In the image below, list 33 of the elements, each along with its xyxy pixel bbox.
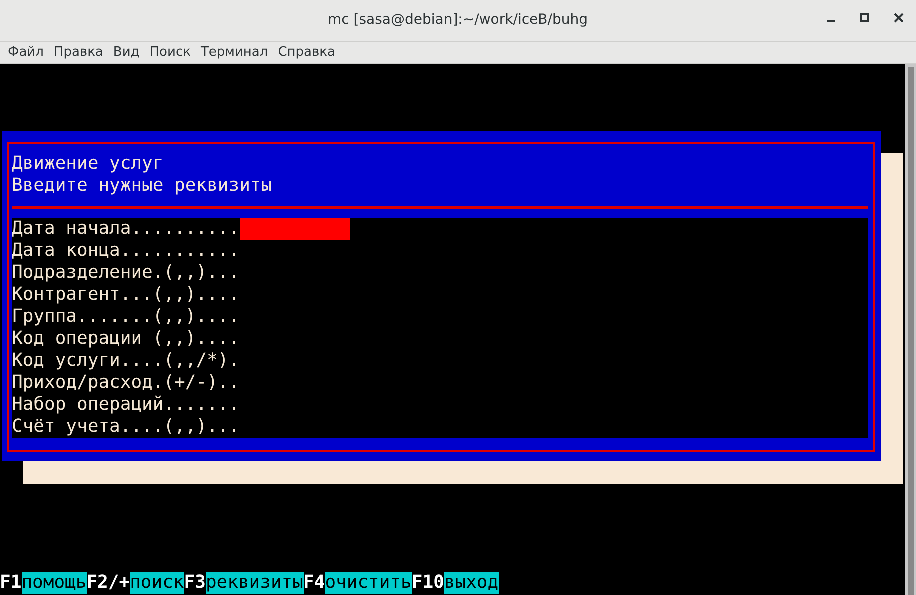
input-field[interactable]: [240, 218, 350, 240]
menu-item[interactable]: Правка: [48, 42, 108, 62]
field-label: Код операции (,,)....: [12, 328, 240, 350]
field-label: Набор операций.......: [12, 394, 240, 416]
function-key-label[interactable]: поиск: [130, 572, 184, 594]
menu-item[interactable]: Справка: [273, 42, 340, 62]
scrollbar[interactable]: [905, 64, 916, 595]
field-label: Приход/расход.(+/-)..: [12, 372, 240, 394]
function-key-label[interactable]: помощь: [22, 572, 87, 594]
field-label: Группа.......(,,)....: [12, 306, 240, 328]
function-key: F3: [184, 572, 206, 594]
function-key-label[interactable]: выход: [444, 572, 499, 594]
function-key-label[interactable]: очистить: [325, 572, 412, 594]
window-title: mc [sasa@debian]:~/work/iceB/buhg: [328, 11, 588, 30]
menu-item[interactable]: Поиск: [144, 42, 196, 62]
field-label: Счёт учета....(,,)...: [12, 416, 240, 438]
field-label: Дата начала..........: [12, 218, 240, 240]
field-label: Подразделение.(,,)...: [12, 262, 240, 284]
menu-item[interactable]: Вид: [108, 42, 145, 62]
function-key: F4: [304, 572, 326, 594]
menu-item[interactable]: Терминал: [196, 42, 274, 62]
function-key: F1: [0, 572, 22, 594]
function-key-label[interactable]: реквизиты: [206, 572, 304, 594]
dialog-title: Движение услуг: [12, 153, 165, 175]
field-label: Контрагент...(,,)....: [12, 284, 240, 306]
menu-item[interactable]: Файл: [3, 42, 49, 62]
field-label: Код услуги....(,,/*).: [12, 350, 240, 372]
function-key: F2/+: [86, 572, 130, 594]
function-key: F10: [412, 572, 444, 594]
field-label: Дата конца...........: [12, 240, 240, 262]
dialog-subtitle: Введите нужные реквизиты: [12, 175, 274, 197]
close-icon[interactable]: [894, 13, 904, 23]
maximize-icon[interactable]: [860, 13, 870, 23]
